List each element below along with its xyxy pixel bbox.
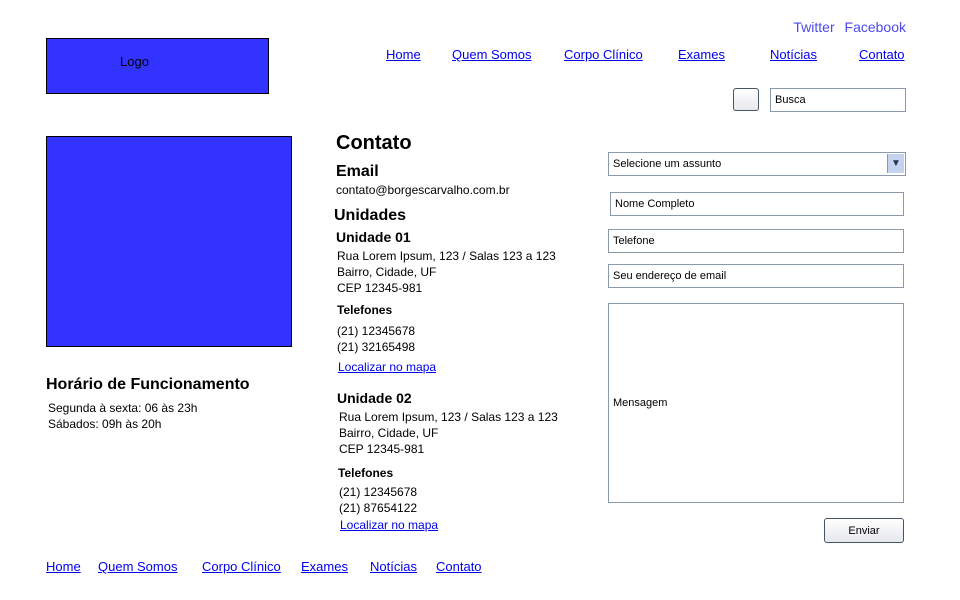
logo-label: Logo: [120, 54, 149, 69]
map-link[interactable]: Localizar no mapa: [338, 360, 436, 374]
unit-name: Unidade 01: [336, 229, 411, 245]
logo[interactable]: Logo: [46, 38, 269, 94]
footer-nav-exames[interactable]: Exames: [301, 559, 348, 574]
nav-corpo-clinico[interactable]: Corpo Clínico: [564, 47, 643, 62]
name-field[interactable]: Nome Completo: [610, 192, 904, 216]
unit-phone: (21) 32165498: [337, 340, 416, 354]
map-link[interactable]: Localizar no mapa: [340, 518, 438, 532]
unit-address-line: Rua Lorem Ipsum, 123 / Salas 123 a 123: [339, 410, 558, 424]
unit-phone: (21) 12345678: [337, 324, 416, 338]
phones-label: Telefones: [338, 466, 394, 480]
footer-nav-quem-somos[interactable]: Quem Somos: [98, 559, 177, 574]
unit-address-line: CEP 12345-981: [339, 442, 425, 456]
email-address: contato@borgescarvalho.com.br: [336, 183, 510, 197]
hours-line: Sábados: 09h às 20h: [48, 417, 162, 431]
social-links: Twitter Facebook: [787, 19, 906, 35]
search-input[interactable]: Busca: [770, 88, 906, 112]
phones-label: Telefones: [337, 303, 393, 317]
email-field[interactable]: Seu endereço de email: [608, 264, 904, 288]
unit-address-line: CEP 12345-981: [337, 281, 423, 295]
facebook-link[interactable]: Facebook: [845, 19, 906, 35]
nav-home[interactable]: Home: [386, 47, 421, 62]
send-button[interactable]: Enviar: [824, 518, 904, 543]
subject-select[interactable]: Selecione um assunto ▼: [608, 152, 906, 176]
nav-contato[interactable]: Contato: [859, 47, 905, 62]
unit-phone: (21) 87654122: [339, 501, 418, 515]
hours-title: Horário de Funcionamento: [46, 376, 250, 393]
unit-address-line: Rua Lorem Ipsum, 123 / Salas 123 a 123: [337, 249, 556, 263]
phone-field[interactable]: Telefone: [608, 229, 904, 253]
email-heading: Email: [336, 163, 379, 180]
nav-exames[interactable]: Exames: [678, 47, 725, 62]
units-heading: Unidades: [334, 207, 407, 224]
footer-nav-contato[interactable]: Contato: [436, 559, 482, 574]
page-title: Contato: [336, 132, 412, 154]
message-field[interactable]: Mensagem: [608, 303, 904, 503]
side-image: [46, 136, 292, 347]
subject-select-value: Selecione um assunto: [613, 158, 722, 170]
unit-phone: (21) 12345678: [339, 485, 418, 499]
footer-nav-home[interactable]: Home: [46, 559, 81, 574]
unit-address-line: Bairro, Cidade, UF: [339, 426, 439, 440]
search-button[interactable]: [733, 88, 759, 111]
footer-nav-noticias[interactable]: Notícias: [370, 559, 417, 574]
nav-quem-somos[interactable]: Quem Somos: [452, 47, 531, 62]
footer-nav-corpo-clinico[interactable]: Corpo Clínico: [202, 559, 281, 574]
unit-address-line: Bairro, Cidade, UF: [337, 265, 437, 279]
chevron-down-icon[interactable]: ▼: [887, 154, 904, 173]
message-placeholder: Mensagem: [613, 397, 668, 409]
nav-noticias[interactable]: Notícias: [770, 47, 817, 62]
hours-line: Segunda à sexta: 06 às 23h: [48, 401, 198, 415]
twitter-link[interactable]: Twitter: [793, 19, 834, 35]
unit-name: Unidade 02: [337, 390, 412, 406]
